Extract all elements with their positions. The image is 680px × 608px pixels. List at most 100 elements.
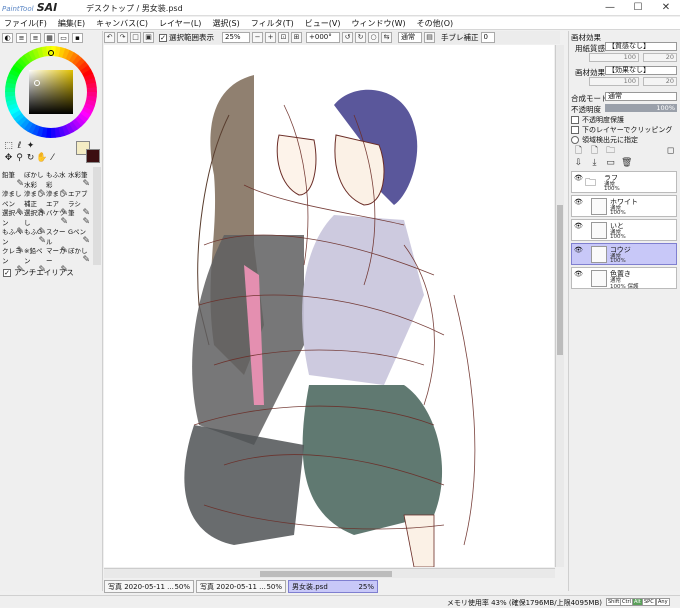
layer-mask-icon[interactable]: ◻: [665, 146, 676, 157]
eyedropper-icon[interactable]: ⁄: [47, 153, 58, 164]
doc-tab-1[interactable]: 写真 2020-05-11 ... 50%: [104, 580, 194, 593]
hand-icon[interactable]: ✋: [36, 153, 47, 164]
zoom-out-icon[interactable]: −: [252, 32, 263, 43]
menu-select[interactable]: 選択(S): [212, 18, 239, 29]
rotate-right-icon[interactable]: ↻: [355, 32, 366, 43]
vertical-scroll-thumb[interactable]: [557, 205, 563, 355]
menu-filter[interactable]: フィルタ(T): [251, 18, 294, 29]
visibility-eye-icon[interactable]: 👁: [574, 246, 583, 255]
material-scale-field[interactable]: 100: [589, 77, 639, 86]
menu-window[interactable]: ウィンドウ(W): [351, 18, 405, 29]
delete-layer-icon[interactable]: 🗑: [621, 158, 632, 169]
canvas-vertical-scrollbar[interactable]: [555, 45, 564, 567]
zoom-fit-icon[interactable]: ⊡: [278, 32, 289, 43]
clear-layer-icon[interactable]: ▭: [605, 158, 616, 169]
lasso-icon[interactable]: ℓ: [14, 141, 25, 152]
rotation-select[interactable]: +000°: [306, 32, 340, 43]
invert-selection-icon[interactable]: ▣: [143, 32, 154, 43]
deselect-icon[interactable]: □: [130, 32, 141, 43]
layer-thumbnail: [591, 198, 607, 215]
layer-row[interactable]: 👁 🗀 ラフ 通常 100%: [571, 171, 677, 193]
layer-row[interactable]: 👁 ホワイト 通常 100%: [571, 195, 677, 217]
doc-tab-name: 写真 2020-05-11 ...: [200, 582, 266, 591]
rgb-slider-tab-icon[interactable]: ≡: [16, 33, 27, 43]
transfer-down-icon[interactable]: ⇩: [573, 158, 584, 169]
visibility-eye-icon[interactable]: 👁: [574, 174, 583, 183]
minimize-button[interactable]: —: [596, 0, 624, 16]
visibility-eye-icon[interactable]: 👁: [574, 198, 583, 207]
brush-slot[interactable]: マーカー ✎: [46, 245, 68, 275]
visibility-eye-icon[interactable]: 👁: [574, 222, 583, 231]
brush-slot[interactable]: クレヨン ✎: [2, 245, 24, 275]
new-layer-icon[interactable]: 🗋: [573, 146, 584, 157]
maximize-button[interactable]: ☐: [624, 0, 652, 16]
detection-source-checkbox[interactable]: [571, 136, 579, 144]
detection-source-label: 領域検出元に指定: [582, 136, 638, 144]
material-strength-field[interactable]: 20: [643, 77, 677, 86]
material-effect-select[interactable]: 【効果なし】: [605, 66, 677, 75]
stabilizer-select[interactable]: 0: [480, 32, 495, 43]
scratch-tab-icon[interactable]: ▭: [58, 33, 69, 43]
brush-label: ぼかし: [68, 247, 88, 255]
redo-icon[interactable]: ↷: [117, 32, 128, 43]
layer-row[interactable]: 👁 いと 通常 100%: [571, 219, 677, 241]
zoom-select[interactable]: 25%: [222, 32, 250, 43]
brush-label: 選択ペン: [2, 209, 22, 227]
brush-scrollbar[interactable]: [93, 167, 101, 265]
new-folder-icon[interactable]: 🗀: [605, 146, 616, 157]
close-button[interactable]: ✕: [652, 0, 680, 16]
window-title: デスクトップ / 男女装.psd: [86, 4, 183, 13]
selection-display-label: 選択範囲表示: [169, 33, 214, 42]
layer-row[interactable]: 👁 色置き 通常 100% 保護: [571, 267, 677, 290]
doc-tab-3[interactable]: 男女装.psd 25%: [288, 580, 378, 593]
zoom-icon[interactable]: ⚲: [14, 153, 25, 164]
brush-label: バケツ: [46, 209, 66, 217]
swatch-tab-icon[interactable]: ▦: [44, 33, 55, 43]
rotate-left-icon[interactable]: ↺: [342, 32, 353, 43]
paper-texture-select[interactable]: 【質感なし】: [605, 42, 677, 51]
opacity-slider[interactable]: 100%: [605, 104, 677, 112]
horizontal-scroll-thumb[interactable]: [260, 571, 392, 577]
blend-mode-select[interactable]: 通常: [605, 92, 677, 101]
document-tabs: 写真 2020-05-11 ... 50% 写真 2020-05-11 ... …: [104, 580, 568, 594]
new-linework-layer-icon[interactable]: 🗋: [589, 146, 600, 157]
brush-slot[interactable]: ぼかし ✎: [68, 245, 90, 267]
navigator-tab-icon[interactable]: ▪: [72, 33, 83, 43]
select-rect-icon[interactable]: ⬚: [3, 141, 14, 152]
rotate-reset-icon[interactable]: ○: [368, 32, 379, 43]
protect-opacity-checkbox[interactable]: [571, 116, 579, 124]
selection-display-checkbox[interactable]: ✓: [159, 33, 167, 42]
menu-file[interactable]: ファイル(F): [4, 18, 47, 29]
paper-strength-field[interactable]: 20: [643, 53, 677, 62]
layer-row[interactable]: 👁 コウジ 通常 100%: [571, 243, 677, 265]
zoom-in-icon[interactable]: +: [265, 32, 276, 43]
rotate-icon[interactable]: ↻: [25, 153, 36, 164]
color-wheel-tab-icon[interactable]: ◐: [2, 33, 13, 43]
blend-select[interactable]: 通常: [398, 32, 422, 43]
menu-layer[interactable]: レイヤー(L): [159, 18, 201, 29]
doc-tab-zoom: 50%: [266, 582, 282, 591]
clipping-checkbox[interactable]: [571, 126, 579, 134]
menu-other[interactable]: その他(O): [417, 18, 454, 29]
hsv-slider-tab-icon[interactable]: ≡: [30, 33, 41, 43]
secondary-color-swatch[interactable]: [86, 149, 100, 163]
menu-view[interactable]: ビュー(V): [305, 18, 341, 29]
canvas-horizontal-scrollbar[interactable]: [104, 568, 555, 578]
move-icon[interactable]: ✥: [3, 153, 14, 164]
doc-tab-2[interactable]: 写真 2020-05-11 ... 50%: [196, 580, 286, 593]
status-bar: メモリ使用率 43% (確保1796MB/上限4095MB) Shift Ctr…: [0, 595, 680, 607]
color-wheel[interactable]: [4, 45, 98, 139]
flip-icon[interactable]: ⇆: [381, 32, 392, 43]
zoom-reset-icon[interactable]: ⊞: [291, 32, 302, 43]
menu-canvas[interactable]: キャンバス(C): [96, 18, 148, 29]
antialias-checkbox[interactable]: ✓: [3, 268, 11, 277]
merge-down-icon[interactable]: ⤓: [589, 158, 600, 169]
menu-edit[interactable]: 編集(E): [58, 18, 85, 29]
paper-scale-field[interactable]: 100: [589, 53, 639, 62]
canvas[interactable]: [104, 45, 554, 567]
magic-wand-icon[interactable]: ✦: [25, 141, 36, 152]
palette-icon[interactable]: ▤: [424, 32, 435, 43]
undo-icon[interactable]: ↶: [104, 32, 115, 43]
visibility-eye-icon[interactable]: 👁: [574, 270, 583, 279]
brush-slot[interactable]: ※鉛ペン ✎: [24, 245, 46, 275]
